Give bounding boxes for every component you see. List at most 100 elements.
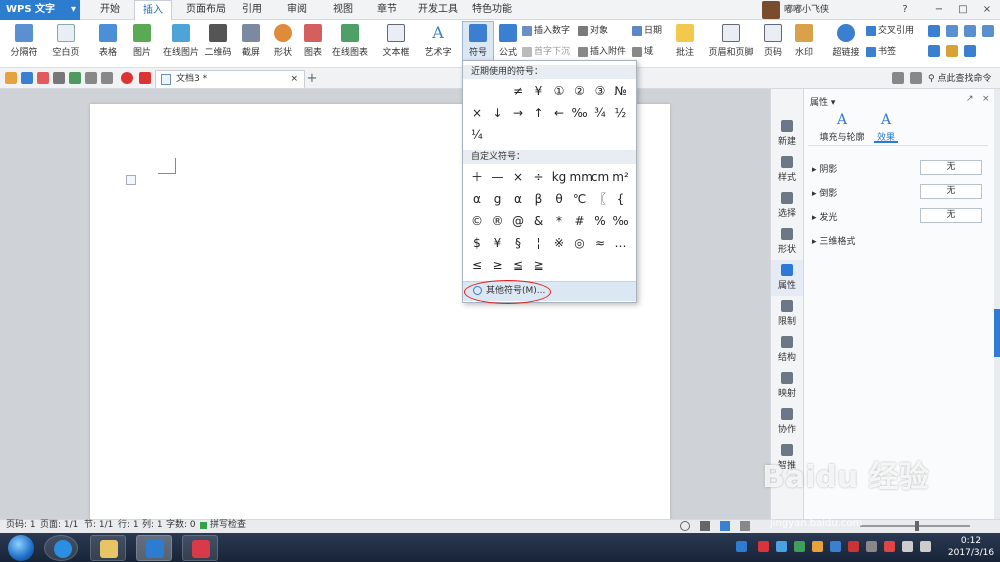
- blank-page-button[interactable]: 空白页: [46, 22, 86, 66]
- tab-developer[interactable]: 开发工具: [412, 0, 464, 20]
- sidebar-item-collab[interactable]: 协作: [771, 404, 803, 440]
- tray-wps-icon[interactable]: [830, 541, 841, 552]
- recent-symbol-4[interactable]: ③: [590, 81, 610, 101]
- custom-symbol-11[interactable]: β: [529, 189, 549, 209]
- custom-symbol-24[interactable]: $: [467, 233, 487, 253]
- fullscreen-icon[interactable]: [700, 521, 710, 531]
- clock[interactable]: 0:12 2017/3/16: [946, 535, 996, 559]
- hyperlink-button[interactable]: 超链接: [828, 22, 864, 66]
- recent-symbol-12[interactable]: ¾: [590, 103, 610, 123]
- baidu-icon[interactable]: [736, 541, 747, 552]
- page-number-button[interactable]: 页码: [758, 22, 788, 66]
- spell-check-button[interactable]: 拼写检查: [210, 519, 246, 533]
- tab-references[interactable]: 引用: [236, 0, 268, 20]
- collapse-ribbon-icon[interactable]: [910, 72, 922, 84]
- edit-icon[interactable]: [946, 45, 958, 57]
- taskbar-browser[interactable]: [44, 535, 78, 561]
- form-field-icon[interactable]: [928, 45, 940, 57]
- screenshot-button[interactable]: 截屏: [236, 22, 266, 66]
- recent-symbol-14[interactable]: ¼: [467, 125, 487, 145]
- new-tab-button[interactable]: +: [305, 70, 319, 88]
- cross-reference-button[interactable]: 交叉引用: [866, 24, 914, 38]
- status-page[interactable]: 页码: 1: [6, 519, 36, 533]
- custom-symbol-17[interactable]: ®: [488, 211, 508, 231]
- object-button[interactable]: 对象: [578, 24, 608, 38]
- tray-red-icon[interactable]: [848, 541, 859, 552]
- tray-flag-icon[interactable]: [884, 541, 895, 552]
- sidebar-item-mapping[interactable]: 映射: [771, 368, 803, 404]
- recent-symbol-11[interactable]: ‰: [570, 103, 590, 123]
- date-button[interactable]: 日期: [632, 24, 662, 38]
- minimize-button[interactable]: −: [930, 0, 948, 20]
- shadow-row[interactable]: ▸ 阴影: [812, 162, 837, 175]
- glow-row[interactable]: ▸ 发光: [812, 210, 837, 223]
- custom-symbol-13[interactable]: ℃: [570, 189, 590, 209]
- shape-button[interactable]: 形状: [268, 22, 298, 66]
- custom-symbol-12[interactable]: θ: [549, 189, 569, 209]
- picture-button[interactable]: 图片: [126, 22, 158, 66]
- custom-symbol-5[interactable]: mm: [570, 167, 593, 187]
- pin-pane-icon[interactable]: ↗: [966, 94, 974, 104]
- taskbar-wps[interactable]: [136, 535, 172, 561]
- export-pdf-icon[interactable]: [37, 72, 49, 84]
- custom-symbol-0[interactable]: ＋: [467, 167, 487, 187]
- recent-symbol-13[interactable]: ½: [611, 103, 631, 123]
- custom-symbol-22[interactable]: %: [590, 211, 610, 231]
- find-command-input[interactable]: ⚲ 点此查找命令: [928, 70, 991, 88]
- network-icon[interactable]: [902, 541, 913, 552]
- custom-symbol-31[interactable]: …: [611, 233, 631, 253]
- online-picture-button[interactable]: 在线图片: [160, 22, 202, 66]
- print-preview-icon[interactable]: [69, 72, 81, 84]
- document-tab[interactable]: 文档3 * ×: [155, 70, 305, 88]
- custom-symbol-14[interactable]: 〖: [590, 189, 610, 209]
- tray-cloud-icon[interactable]: [776, 541, 787, 552]
- shield-icon[interactable]: [812, 541, 823, 552]
- status-section[interactable]: 节: 1/1: [84, 519, 113, 533]
- watermark-button[interactable]: 水印: [790, 22, 818, 66]
- custom-symbol-6[interactable]: cm: [590, 167, 610, 187]
- recent-symbol-2[interactable]: ①: [549, 81, 569, 101]
- custom-symbol-3[interactable]: ÷: [529, 167, 549, 187]
- custom-symbol-27[interactable]: ¦: [529, 233, 549, 253]
- field-button[interactable]: 域: [632, 45, 653, 59]
- recent-symbol-9[interactable]: ↑: [529, 103, 549, 123]
- start-button[interactable]: [8, 535, 34, 561]
- datetime-field-icon[interactable]: [982, 25, 994, 37]
- symbol-button[interactable]: 符号: [462, 21, 494, 61]
- undo-icon[interactable]: [85, 72, 97, 84]
- tab-start[interactable]: 开始: [92, 0, 128, 20]
- recent-symbol-8[interactable]: →: [508, 103, 528, 123]
- custom-symbol-34[interactable]: ≦: [508, 255, 528, 275]
- form-icon[interactable]: [928, 25, 940, 37]
- wordart-button[interactable]: A 艺术字: [418, 22, 458, 66]
- custom-symbol-25[interactable]: ¥: [488, 233, 508, 253]
- pin-icon[interactable]: [121, 72, 133, 84]
- recent-symbol-5[interactable]: №: [611, 81, 631, 101]
- recent-symbol-1[interactable]: ¥: [529, 81, 549, 101]
- close-pane-icon[interactable]: ×: [982, 94, 990, 104]
- keyboard-icon[interactable]: [866, 541, 877, 552]
- custom-symbol-18[interactable]: @: [508, 211, 528, 231]
- custom-symbol-9[interactable]: g: [488, 189, 508, 209]
- attachment-button[interactable]: 插入附件: [578, 45, 626, 59]
- tab-review[interactable]: 审阅: [280, 0, 314, 20]
- export-icon[interactable]: [892, 72, 904, 84]
- custom-symbol-8[interactable]: α: [467, 189, 487, 209]
- recent-symbol-3[interactable]: ②: [570, 81, 590, 101]
- tab-insert[interactable]: 插入: [134, 0, 172, 20]
- custom-symbol-26[interactable]: §: [508, 233, 528, 253]
- zoom-slider-knob[interactable]: [915, 521, 919, 531]
- help-button[interactable]: ?: [896, 0, 914, 20]
- bookmark-button[interactable]: 书签: [866, 45, 896, 59]
- custom-symbol-28[interactable]: ※: [549, 233, 569, 253]
- tray-app-icon[interactable]: [758, 541, 769, 552]
- lock-icon[interactable]: [964, 45, 976, 57]
- taskbar-explorer[interactable]: [90, 535, 126, 561]
- status-words[interactable]: 字数: 0: [166, 519, 196, 533]
- custom-symbol-35[interactable]: ≧: [529, 255, 549, 275]
- outline-view-icon[interactable]: [740, 521, 750, 531]
- close-button[interactable]: ×: [978, 0, 996, 20]
- custom-symbol-20[interactable]: *: [549, 211, 569, 231]
- custom-symbol-7[interactable]: m²: [611, 167, 631, 187]
- qrcode-button[interactable]: 二维码: [202, 22, 234, 66]
